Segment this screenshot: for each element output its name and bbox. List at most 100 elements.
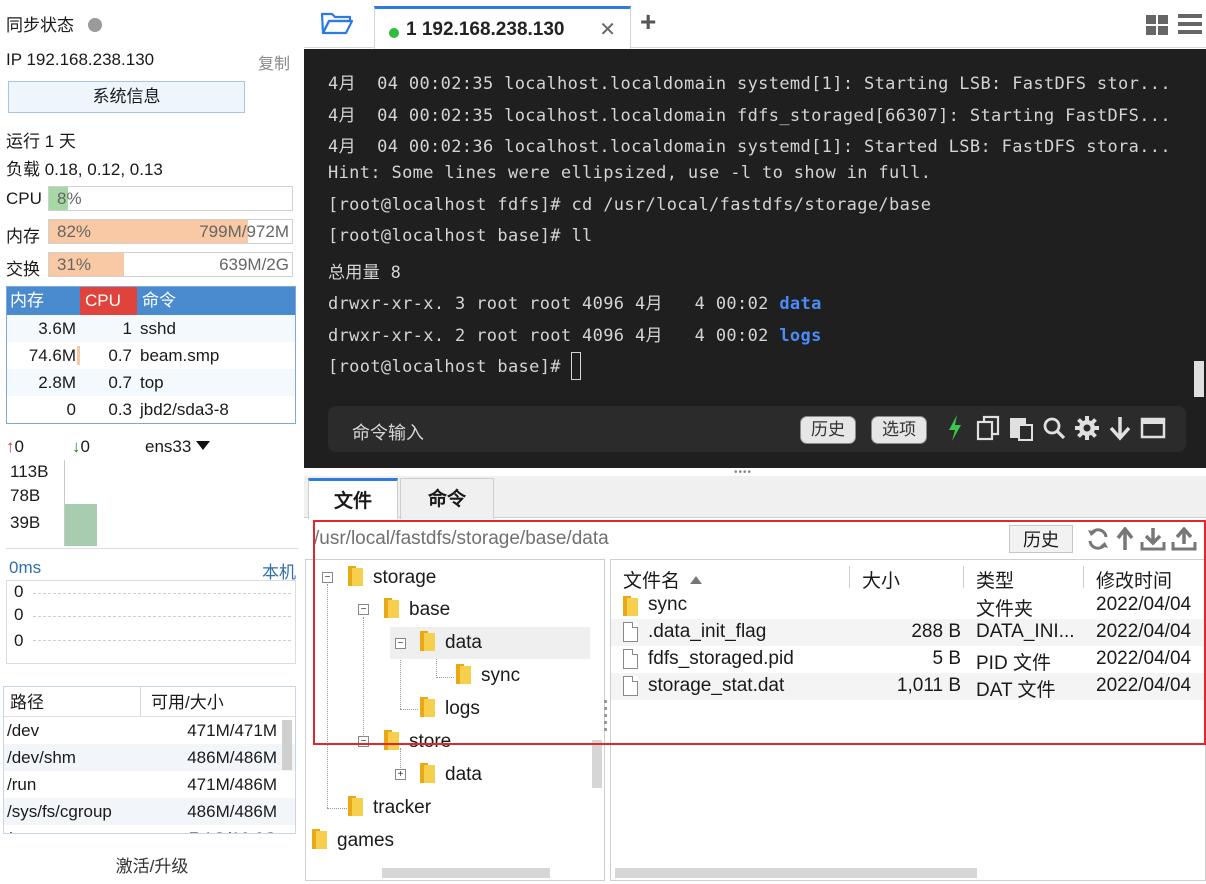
copy-icon[interactable] bbox=[976, 415, 1000, 446]
up-directory-icon[interactable] bbox=[1116, 526, 1134, 556]
file-row[interactable]: .data_init_flag 288 B DATA_INI... 2022/04/0… bbox=[611, 619, 1205, 646]
column-divider[interactable] bbox=[1083, 566, 1084, 588]
tree-node-store[interactable]: store bbox=[384, 730, 451, 753]
disk-row[interactable]: /dev 471M/471M bbox=[4, 717, 295, 744]
disk-row[interactable]: /dev/shm 486M/486M bbox=[4, 744, 295, 771]
collapse-store-icon[interactable]: − bbox=[358, 736, 369, 747]
tree-horizontal-scrollbar[interactable] bbox=[382, 868, 550, 878]
process-row[interactable]: 74.6M 0.7 beam.smp bbox=[7, 342, 295, 369]
bottom-panel-tabs: 文件 命令 bbox=[304, 476, 1206, 519]
memory-amount: 799M/972M bbox=[199, 222, 289, 241]
disk-row[interactable]: /7.1G/16.6G bbox=[4, 825, 295, 833]
tree-node-sync[interactable]: sync bbox=[456, 664, 520, 687]
process-memory: 2.8M bbox=[38, 373, 76, 392]
disk-col-path[interactable]: 路径 bbox=[4, 687, 141, 716]
file-row[interactable]: storage_stat.dat 1,011 B DAT 文件 2022/04/04 bbox=[611, 673, 1205, 701]
latency-value: 0ms bbox=[9, 558, 42, 577]
file-icon bbox=[623, 676, 638, 696]
process-col-command[interactable]: 命令 bbox=[137, 287, 295, 315]
menu-icon[interactable] bbox=[1178, 13, 1202, 40]
command-options-button[interactable]: 选项 bbox=[871, 416, 927, 444]
grid-layout-icon[interactable] bbox=[1146, 15, 1168, 40]
tree-node-tracker[interactable]: tracker bbox=[348, 796, 431, 819]
file-name: .data_init_flag bbox=[648, 621, 767, 642]
process-col-cpu[interactable]: CPU bbox=[80, 287, 137, 315]
lightning-icon[interactable] bbox=[948, 415, 962, 446]
gear-icon[interactable] bbox=[1074, 415, 1100, 446]
process-col-memory[interactable]: 内存 bbox=[7, 287, 80, 315]
interface-name: ens33 bbox=[145, 437, 192, 456]
upload-icon[interactable] bbox=[1171, 526, 1197, 556]
upload-rate: ↑0 bbox=[6, 437, 24, 457]
process-row[interactable]: 3.6M 1 sshd bbox=[7, 315, 295, 342]
process-row[interactable]: 2.8M 0.7 top bbox=[7, 369, 295, 396]
panel-splitter-handle[interactable] bbox=[604, 700, 608, 740]
command-history-button[interactable]: 历史 bbox=[800, 416, 856, 444]
disk-row[interactable]: /run 471M/486M bbox=[4, 771, 295, 798]
process-command: beam.smp bbox=[140, 346, 220, 365]
process-row[interactable]: 0 0.3 jbd2/sda3-8 bbox=[7, 396, 295, 423]
system-info-button[interactable]: 系统信息 bbox=[8, 81, 245, 113]
col-header-size[interactable]: 大小 bbox=[862, 566, 900, 593]
file-size: 1,011 B bbox=[896, 675, 961, 696]
search-icon[interactable] bbox=[1042, 415, 1066, 446]
path-history-button[interactable]: 历史 bbox=[1009, 525, 1073, 553]
disk-table-body: /dev 471M/471M/dev/shm 486M/486M/run 471M/4… bbox=[4, 717, 295, 833]
col-header-modified[interactable]: 修改时间 bbox=[1096, 566, 1172, 593]
sync-status-indicator-icon bbox=[88, 18, 102, 32]
collapse-data-icon[interactable]: − bbox=[395, 638, 406, 649]
network-scale-min: 39B bbox=[10, 513, 41, 532]
disk-row[interactable]: /sys/fs/cgroup 486M/486M bbox=[4, 798, 295, 825]
tree-node-data[interactable]: data bbox=[420, 631, 482, 654]
disk-size: 486M/486M bbox=[187, 748, 277, 767]
tree-node-store-data[interactable]: data bbox=[420, 763, 482, 786]
process-memory: 74.6M bbox=[7, 342, 80, 369]
tree-node-storage[interactable]: storage bbox=[348, 566, 436, 589]
disk-table-scrollbar[interactable] bbox=[282, 720, 292, 770]
download-arrow-icon: ↓ bbox=[72, 437, 81, 456]
tree-node-games[interactable]: games bbox=[312, 829, 394, 852]
activate-upgrade-link[interactable]: 激活/升级 bbox=[0, 852, 304, 877]
close-icon[interactable]: ✕ bbox=[599, 17, 616, 42]
command-input-bar[interactable]: 命令输入 历史 选项 bbox=[328, 406, 1186, 452]
expand-store-data-icon[interactable]: + bbox=[395, 769, 406, 780]
tree-connector bbox=[327, 584, 328, 808]
current-path-input[interactable]: /usr/local/fastdfs/storage/base/data bbox=[314, 528, 609, 550]
file-row[interactable]: sync 文件夹 2022/04/04 bbox=[611, 592, 1205, 620]
file-row[interactable]: fdfs_storaged.pid 5 B PID 文件 2022/04/04 bbox=[611, 646, 1205, 674]
open-folder-icon[interactable] bbox=[320, 10, 354, 41]
tab-commands[interactable]: 命令 bbox=[400, 478, 494, 519]
paste-icon[interactable] bbox=[1008, 415, 1034, 446]
col-header-type[interactable]: 类型 bbox=[976, 566, 1014, 593]
directory-name: data bbox=[779, 294, 822, 314]
file-list-horizontal-scrollbar[interactable] bbox=[615, 868, 977, 878]
tree-node-base[interactable]: base bbox=[384, 598, 450, 621]
disk-size: 486M/486M bbox=[187, 802, 277, 821]
window-icon[interactable] bbox=[1140, 415, 1166, 446]
col-header-name[interactable]: 文件名 bbox=[623, 566, 703, 593]
refresh-icon[interactable] bbox=[1086, 527, 1110, 556]
tree-node-label: base bbox=[409, 599, 451, 620]
interface-selector[interactable]: ens33 bbox=[145, 437, 211, 457]
disk-size: 471M/486M bbox=[187, 775, 277, 794]
command-input-placeholder[interactable]: 命令输入 bbox=[352, 419, 424, 445]
collapse-storage-icon[interactable]: − bbox=[322, 572, 333, 583]
terminal-line: 4月 04 00:02:36 localhost.localdomain sys… bbox=[328, 137, 1171, 157]
tree-node-label: data bbox=[445, 764, 482, 785]
terminal-line: 4月 04 00:02:35 localhost.localdomain sys… bbox=[328, 74, 1171, 94]
tab-files[interactable]: 文件 bbox=[308, 478, 398, 519]
tree-node-logs[interactable]: logs bbox=[420, 697, 480, 720]
disk-col-size[interactable]: 可用/大小 bbox=[141, 687, 295, 716]
new-tab-plus-icon[interactable]: + bbox=[640, 6, 656, 38]
copy-ip-link[interactable]: 复制 bbox=[258, 50, 290, 74]
arrow-down-icon[interactable] bbox=[1109, 415, 1131, 446]
tab-session-1[interactable]: 1 192.168.238.130 ✕ bbox=[374, 6, 631, 49]
terminal-output[interactable]: 4月 04 00:02:35 localhost.localdomain sys… bbox=[304, 49, 1206, 468]
download-icon[interactable] bbox=[1140, 527, 1166, 556]
tree-node-label: games bbox=[337, 830, 395, 851]
terminal-scrollbar[interactable] bbox=[1194, 361, 1204, 397]
tree-vertical-scrollbar[interactable] bbox=[592, 740, 602, 788]
column-divider[interactable] bbox=[849, 566, 850, 588]
collapse-base-icon[interactable]: − bbox=[358, 604, 369, 615]
column-divider[interactable] bbox=[963, 566, 964, 588]
